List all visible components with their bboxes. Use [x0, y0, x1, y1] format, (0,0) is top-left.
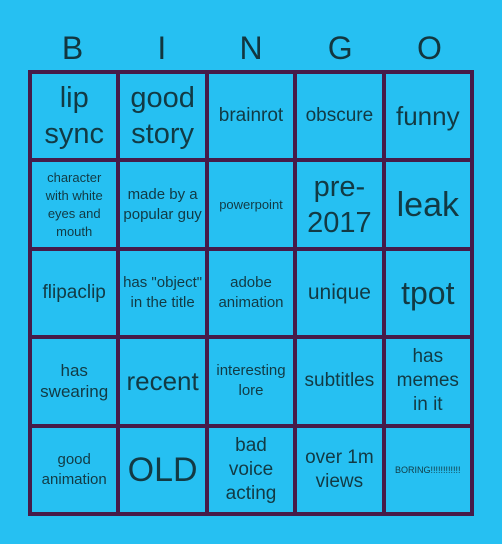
- bingo-cell[interactable]: made by a popular guy: [120, 162, 205, 247]
- header-letter-b: B: [61, 30, 84, 66]
- header-letter-i: I: [157, 30, 167, 66]
- bingo-cell[interactable]: pre-2017: [297, 162, 382, 247]
- bingo-cell[interactable]: unique: [297, 250, 382, 336]
- bingo-cell[interactable]: bad voice acting: [208, 427, 294, 512]
- cell-text: bad voice acting: [225, 434, 277, 504]
- bingo-cell[interactable]: interesting lore: [208, 339, 294, 424]
- cell-text: has "object" in the title: [123, 273, 203, 311]
- bingo-cell[interactable]: good animation: [32, 427, 117, 512]
- bingo-cell[interactable]: over 1m views: [297, 427, 382, 512]
- bingo-cell[interactable]: subtitles: [297, 339, 382, 424]
- bingo-cell[interactable]: good story: [120, 74, 205, 159]
- bingo-cell[interactable]: recent: [120, 339, 205, 424]
- cell-text: good animation: [41, 450, 107, 488]
- cell-text: has memes in it: [396, 346, 459, 416]
- cell-text: obscure: [305, 105, 374, 127]
- bingo-cell[interactable]: character with white eyes and mouth: [32, 162, 117, 247]
- bingo-cell[interactable]: powerpoint: [208, 162, 294, 247]
- bingo-cell[interactable]: leak: [385, 162, 470, 247]
- cell-text: pre-2017: [307, 170, 372, 239]
- bingo-cell[interactable]: tpot: [385, 250, 470, 336]
- cell-text: made by a popular guy: [123, 185, 202, 223]
- cell-text: subtitles: [304, 370, 375, 392]
- bingo-cell[interactable]: has memes in it: [385, 339, 470, 424]
- bingo-cell[interactable]: obscure: [297, 74, 382, 159]
- cell-text: character with white eyes and mouth: [45, 169, 103, 239]
- bingo-grid: lip sync good story brainrot obscure fun…: [28, 70, 474, 516]
- cell-text: OLD: [127, 450, 198, 489]
- cell-text: has swearing: [40, 361, 109, 402]
- bingo-cell[interactable]: funny: [385, 74, 470, 159]
- header-letter-g: G: [327, 30, 353, 66]
- bingo-cell[interactable]: brainrot: [208, 74, 294, 159]
- header-letter-n: N: [239, 30, 263, 66]
- header-letter-o: O: [416, 30, 442, 66]
- bingo-cell[interactable]: flipaclip: [32, 250, 117, 336]
- cell-text: recent: [126, 366, 199, 397]
- bingo-header: B I N G O: [28, 28, 474, 68]
- cell-text: brainrot: [218, 105, 284, 127]
- cell-text: BORING!!!!!!!!!!!!: [395, 464, 461, 475]
- cell-text: powerpoint: [219, 196, 283, 212]
- cell-text: flipaclip: [42, 281, 106, 303]
- bingo-cell[interactable]: lip sync: [32, 74, 117, 159]
- cell-text: tpot: [401, 274, 455, 311]
- cell-text: good story: [130, 82, 195, 151]
- cell-text: leak: [396, 185, 459, 224]
- bingo-cell[interactable]: adobe animation: [208, 250, 294, 336]
- bingo-cell[interactable]: OLD: [120, 427, 205, 512]
- bingo-cell[interactable]: BORING!!!!!!!!!!!!: [385, 427, 470, 512]
- cell-text: funny: [395, 101, 460, 132]
- cell-text: interesting lore: [216, 362, 286, 400]
- cell-text: over 1m views: [305, 446, 374, 492]
- cell-text: lip sync: [44, 82, 105, 151]
- bingo-cell[interactable]: has swearing: [32, 339, 117, 424]
- bingo-cell[interactable]: has "object" in the title: [120, 250, 205, 336]
- cell-text: adobe animation: [218, 273, 284, 311]
- cell-text: unique: [307, 281, 371, 305]
